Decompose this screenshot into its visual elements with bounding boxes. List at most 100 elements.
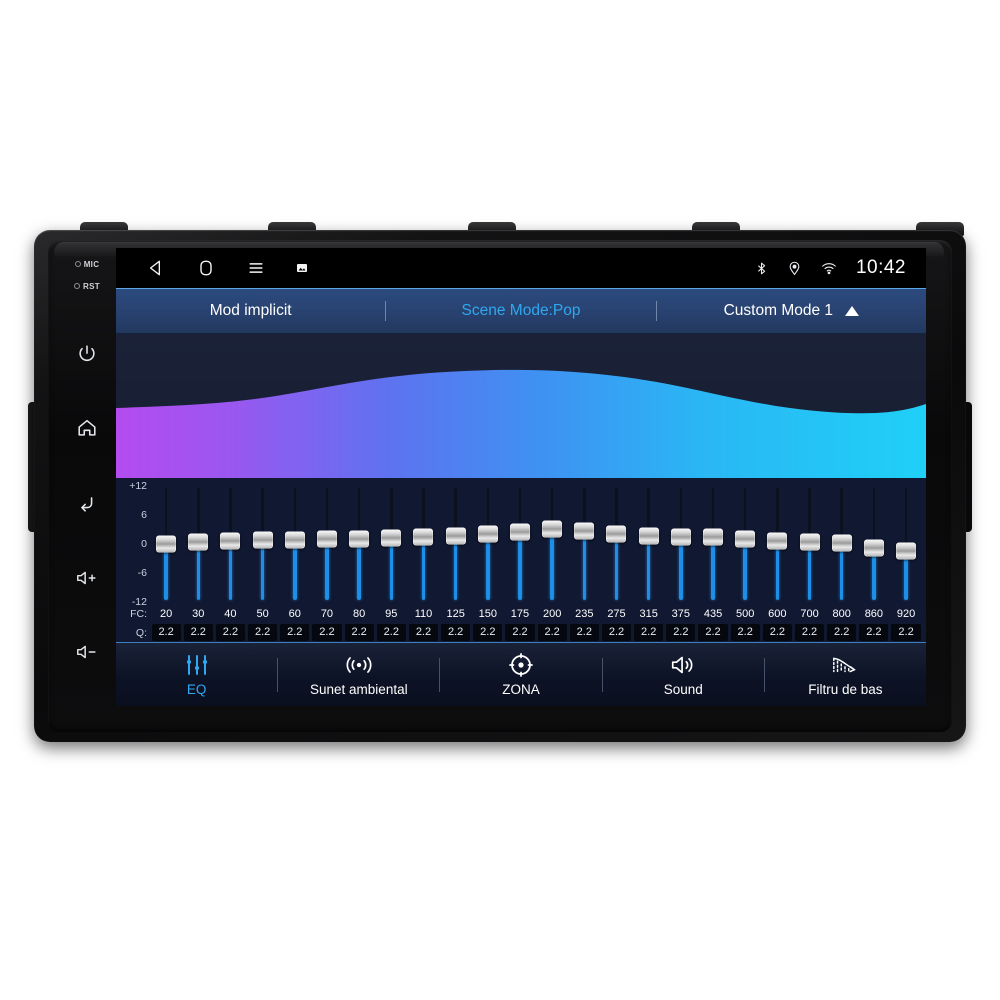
back-icon[interactable] bbox=[146, 258, 166, 278]
eq-band-slider[interactable] bbox=[472, 484, 504, 602]
custom-mode-button[interactable]: Custom Mode 1 bbox=[657, 289, 926, 333]
location-icon bbox=[787, 260, 802, 277]
q-cell[interactable]: 2.2 bbox=[408, 624, 439, 641]
eq-band-slider[interactable] bbox=[247, 484, 279, 602]
eq-band-knob[interactable] bbox=[606, 525, 627, 543]
eq-band-knob[interactable] bbox=[863, 539, 884, 557]
bottom-tab-bar[interactable]: EQ Sunet ambiental ZONA Sound Filtru de bas bbox=[116, 642, 926, 706]
eq-band-knob[interactable] bbox=[670, 528, 691, 546]
tab-sunet-ambiental[interactable]: Sunet ambiental bbox=[278, 643, 439, 706]
eq-band-knob[interactable] bbox=[156, 535, 177, 553]
scene-mode-button[interactable]: Scene Mode:Pop bbox=[386, 289, 655, 333]
q-cell[interactable]: 2.2 bbox=[827, 624, 857, 641]
eq-band-knob[interactable] bbox=[316, 530, 337, 548]
eq-band-knob[interactable] bbox=[349, 530, 370, 548]
eq-band-slider[interactable] bbox=[407, 484, 439, 602]
eq-band-knob[interactable] bbox=[896, 542, 917, 560]
q-cell[interactable]: 2.2 bbox=[473, 624, 503, 641]
eq-band-slider[interactable] bbox=[600, 484, 632, 602]
eq-band-slider[interactable] bbox=[729, 484, 761, 602]
q-cell[interactable]: 2.2 bbox=[891, 624, 921, 641]
eq-band-slider[interactable] bbox=[568, 484, 600, 602]
eq-band-knob[interactable] bbox=[799, 533, 820, 551]
q-cell[interactable]: 2.2 bbox=[666, 624, 696, 641]
screenshot-icon[interactable] bbox=[296, 262, 308, 274]
eq-band-slider[interactable] bbox=[761, 484, 793, 602]
eq-band-knob[interactable] bbox=[509, 523, 530, 541]
eq-band-slider[interactable] bbox=[182, 484, 214, 602]
q-cell[interactable]: 2.2 bbox=[537, 624, 567, 641]
eq-band-slider[interactable] bbox=[697, 484, 729, 602]
menu-icon[interactable] bbox=[246, 258, 266, 278]
q-cell[interactable]: 2.2 bbox=[344, 624, 374, 641]
preset-mode-button[interactable]: Mod implicit bbox=[116, 289, 385, 333]
q-cell[interactable]: 2.2 bbox=[698, 624, 728, 641]
eq-band-knob[interactable] bbox=[413, 528, 434, 546]
q-cell[interactable]: 2.2 bbox=[730, 624, 760, 641]
eq-band-knob[interactable] bbox=[252, 531, 273, 549]
eq-band-slider[interactable] bbox=[440, 484, 472, 602]
fc-cell: 920 bbox=[896, 607, 916, 620]
q-cell[interactable]: 2.2 bbox=[312, 624, 342, 641]
tab-zona[interactable]: ZONA bbox=[440, 643, 601, 706]
q-cell[interactable]: 2.2 bbox=[859, 624, 889, 641]
eq-band-knob[interactable] bbox=[445, 527, 466, 545]
q-cell[interactable]: 2.2 bbox=[601, 624, 632, 641]
eq-band-knob[interactable] bbox=[831, 534, 852, 552]
eq-band-slider[interactable] bbox=[504, 484, 536, 602]
reset-pinhole[interactable]: RST bbox=[74, 276, 100, 296]
eq-band-slider[interactable] bbox=[826, 484, 858, 602]
eq-band-slider[interactable] bbox=[279, 484, 311, 602]
navigation-buttons bbox=[128, 258, 308, 278]
eq-band-knob[interactable] bbox=[638, 527, 659, 545]
tab-label: ZONA bbox=[502, 681, 540, 697]
eq-band-knob[interactable] bbox=[735, 530, 756, 548]
q-cell[interactable]: 2.2 bbox=[376, 624, 406, 641]
q-cell[interactable]: 2.2 bbox=[634, 624, 664, 641]
eq-band-knob[interactable] bbox=[767, 532, 788, 550]
q-cell[interactable]: 2.2 bbox=[794, 624, 825, 641]
q-cell[interactable]: 2.2 bbox=[505, 624, 535, 641]
eq-band-slider[interactable] bbox=[665, 484, 697, 602]
eq-band-slider[interactable] bbox=[793, 484, 825, 602]
q-cell[interactable]: 2.2 bbox=[183, 624, 213, 641]
q-cell[interactable]: 2.2 bbox=[215, 624, 246, 641]
eq-band-slider[interactable] bbox=[536, 484, 568, 602]
eq-band-slider[interactable] bbox=[633, 484, 665, 602]
q-cell[interactable]: 2.2 bbox=[762, 624, 792, 641]
eq-band-knob[interactable] bbox=[477, 525, 498, 543]
eq-band-knob[interactable] bbox=[574, 522, 595, 540]
q-cell[interactable]: 2.2 bbox=[280, 624, 310, 641]
eq-band-slider[interactable] bbox=[311, 484, 343, 602]
eq-band-knob[interactable] bbox=[188, 533, 209, 551]
q-cell[interactable]: 2.2 bbox=[441, 624, 471, 641]
home-button[interactable] bbox=[70, 411, 104, 445]
eq-band-knob[interactable] bbox=[220, 532, 241, 550]
eq-band-knob[interactable] bbox=[542, 520, 563, 538]
q-cell[interactable]: 2.2 bbox=[151, 624, 181, 641]
tab-sound[interactable]: Sound bbox=[603, 643, 764, 706]
eq-band-slider[interactable] bbox=[150, 484, 182, 602]
volume-up-button[interactable] bbox=[70, 561, 104, 595]
q-cell[interactable]: 2.2 bbox=[569, 624, 599, 641]
power-button[interactable] bbox=[70, 337, 104, 371]
eq-band-slider[interactable] bbox=[343, 484, 375, 602]
eq-band-knob[interactable] bbox=[381, 529, 402, 547]
eq-band-fill bbox=[389, 537, 394, 600]
tab-filtru-de-bas[interactable]: Filtru de bas bbox=[765, 643, 926, 706]
eq-band-slider[interactable] bbox=[375, 484, 407, 602]
back-button[interactable] bbox=[70, 486, 104, 520]
touchscreen[interactable]: 10:42 Mod implicit Scene Mode:Pop Custom… bbox=[116, 248, 926, 706]
eq-band-slider[interactable] bbox=[858, 484, 890, 602]
eq-band-slider[interactable] bbox=[214, 484, 246, 602]
eq-band-knob[interactable] bbox=[703, 528, 723, 546]
q-cells[interactable]: 2.2 2.2 2.2 2.2 2.2 2.2 2.2 2.2 2.2 2.2 2.2 2.2 2.2 2… bbox=[150, 624, 926, 641]
home-icon[interactable] bbox=[196, 258, 216, 278]
eq-band-slider[interactable] bbox=[890, 484, 922, 602]
fc-cell: 500 bbox=[736, 607, 755, 620]
triangle-up-icon[interactable] bbox=[845, 306, 860, 316]
q-cell[interactable]: 2.2 bbox=[248, 624, 278, 641]
tab-eq[interactable]: EQ bbox=[116, 643, 277, 706]
eq-band-knob[interactable] bbox=[284, 531, 305, 549]
volume-down-button[interactable] bbox=[70, 635, 104, 669]
